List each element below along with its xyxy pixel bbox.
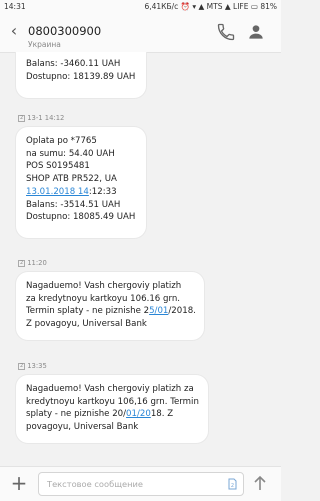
message-line: Z povagoyu, Universal Bank [26,319,147,330]
message-line: Termin splaty - ne piznishe 25/01/2018. [26,306,196,317]
date-link[interactable]: 01/20 [126,409,151,419]
phone-icon[interactable] [216,22,236,42]
conversation-header: ‹ 0800300900 Украина [0,14,281,53]
svg-text:2: 2 [231,483,234,489]
message-timestamp: 2 13:35 [18,362,47,370]
message-timestamp: 2 13-1 14:12 [18,114,65,122]
message-line: za kredytnoyu kartkoyu 106.16 grn. [26,293,180,304]
contact-country: Украина [28,40,61,49]
message-line: kredytnoyu kartkoyu 106,16 grn. Termin [26,396,199,407]
send-arrow-icon[interactable] [250,473,270,493]
message-line: Dostupno: 18085.49 UAH [26,212,136,223]
message-line: Nagaduemo! Vash chergoviy platizh za [26,384,194,394]
message-line: POS S0195481 [26,161,90,172]
message-bubble[interactable]: Oplata po *7765 na sumu: 54.40 UAH POS S… [16,127,146,238]
message-list[interactable]: Balans: -3460.11 UAH Dostupno: 18139.89 … [0,52,281,466]
message-line: Balans: -3514.51 UAH [26,199,121,210]
sim-select-icon[interactable]: 2 [228,478,237,490]
message-input[interactable]: Текстовое сообщение 2 [38,472,244,496]
sim-icon: 2 [18,260,26,267]
message-line: povagoyu, Universal Bank [26,422,139,433]
message-line: Oplata po *7765 [26,136,97,146]
sim-icon: 2 [18,115,26,122]
status-indicators: 6,41КБ/с ⏰ ▾ ▲ MTS ▲ LIFE ▭ 81% [144,2,277,11]
message-bubble[interactable]: Nagaduemo! Vash chergoviy platizh za kre… [16,272,204,340]
message-bubble[interactable]: Nagaduemo! Vash chergoviy platizh za kre… [16,375,208,443]
status-bar: 14:31 6,41КБ/с ⏰ ▾ ▲ MTS ▲ LIFE ▭ 81% [0,0,281,14]
message-line: Dostupno: 18139.89 UAH [26,71,136,82]
message-line: na sumu: 54.40 UAH [26,148,115,159]
message-date-line: 13.01.2018 14:12:33 [26,186,117,197]
composer-bar: + Текстовое сообщение 2 [0,466,281,501]
message-line: splaty - ne piznishe 20/01/2018. Z [26,409,174,420]
back-icon[interactable]: ‹ [6,23,22,39]
contact-icon[interactable] [246,22,266,42]
message-line: SHOP ATB PR522, UA [26,174,117,185]
status-time: 14:31 [4,2,26,11]
contact-number: 0800300900 [28,24,102,38]
date-link[interactable]: 5/01 [149,306,168,316]
message-line: Nagaduemo! Vash chergoviy platizh [26,281,182,291]
attach-plus-icon[interactable]: + [9,473,29,493]
message-placeholder: Текстовое сообщение [47,479,144,489]
message-line: Balans: -3460.11 UAH [26,59,121,69]
message-timestamp: 2 11:20 [18,259,47,267]
date-link[interactable]: 13.01.2018 14 [26,187,89,197]
message-bubble[interactable]: Balans: -3460.11 UAH Dostupno: 18139.89 … [16,52,146,98]
sim-icon: 2 [18,363,26,370]
